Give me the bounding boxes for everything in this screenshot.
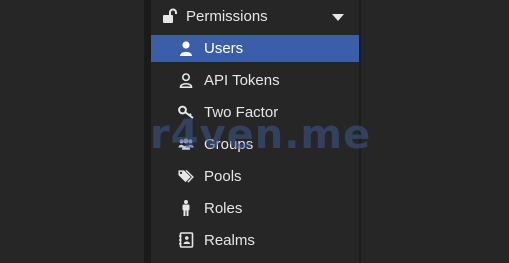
menu-item-api-tokens[interactable]: API Tokens	[151, 67, 359, 94]
user-icon	[178, 40, 194, 56]
menu-item-groups-label: Groups	[204, 136, 254, 153]
menu-item-roles[interactable]: Roles	[151, 195, 359, 222]
key-icon	[178, 104, 194, 120]
menu-item-pools[interactable]: Pools	[151, 163, 359, 190]
menu-item-roles-label: Roles	[204, 200, 243, 217]
unlock-icon	[162, 8, 178, 24]
menu-item-api-tokens-label: API Tokens	[204, 72, 280, 89]
chevron-down-icon[interactable]	[332, 14, 344, 22]
menu-item-groups[interactable]: Groups	[151, 131, 359, 158]
panel-divider	[359, 0, 361, 263]
users-icon	[178, 136, 194, 152]
menu-item-realms-label: Realms	[204, 232, 255, 249]
menu-item-two-factor-label: Two Factor	[204, 104, 279, 121]
permissions-header-label: Permissions	[186, 8, 268, 25]
male-icon	[178, 200, 194, 216]
left-panel-edge	[144, 0, 151, 263]
tags-icon	[178, 168, 194, 184]
permissions-menu: Permissions Users API Tokens Two Factor …	[151, 0, 359, 263]
menu-item-two-factor[interactable]: Two Factor	[151, 99, 359, 126]
menu-item-realms[interactable]: Realms	[151, 227, 359, 254]
menu-item-users[interactable]: Users	[151, 35, 359, 62]
permissions-header[interactable]: Permissions	[151, 3, 359, 30]
menu-item-users-label: Users	[204, 40, 244, 57]
address-book-icon	[178, 232, 194, 248]
user-outline-icon	[178, 72, 194, 88]
menu-item-pools-label: Pools	[204, 168, 242, 185]
permissions-menu-screen: Permissions Users API Tokens Two Factor …	[0, 0, 509, 263]
